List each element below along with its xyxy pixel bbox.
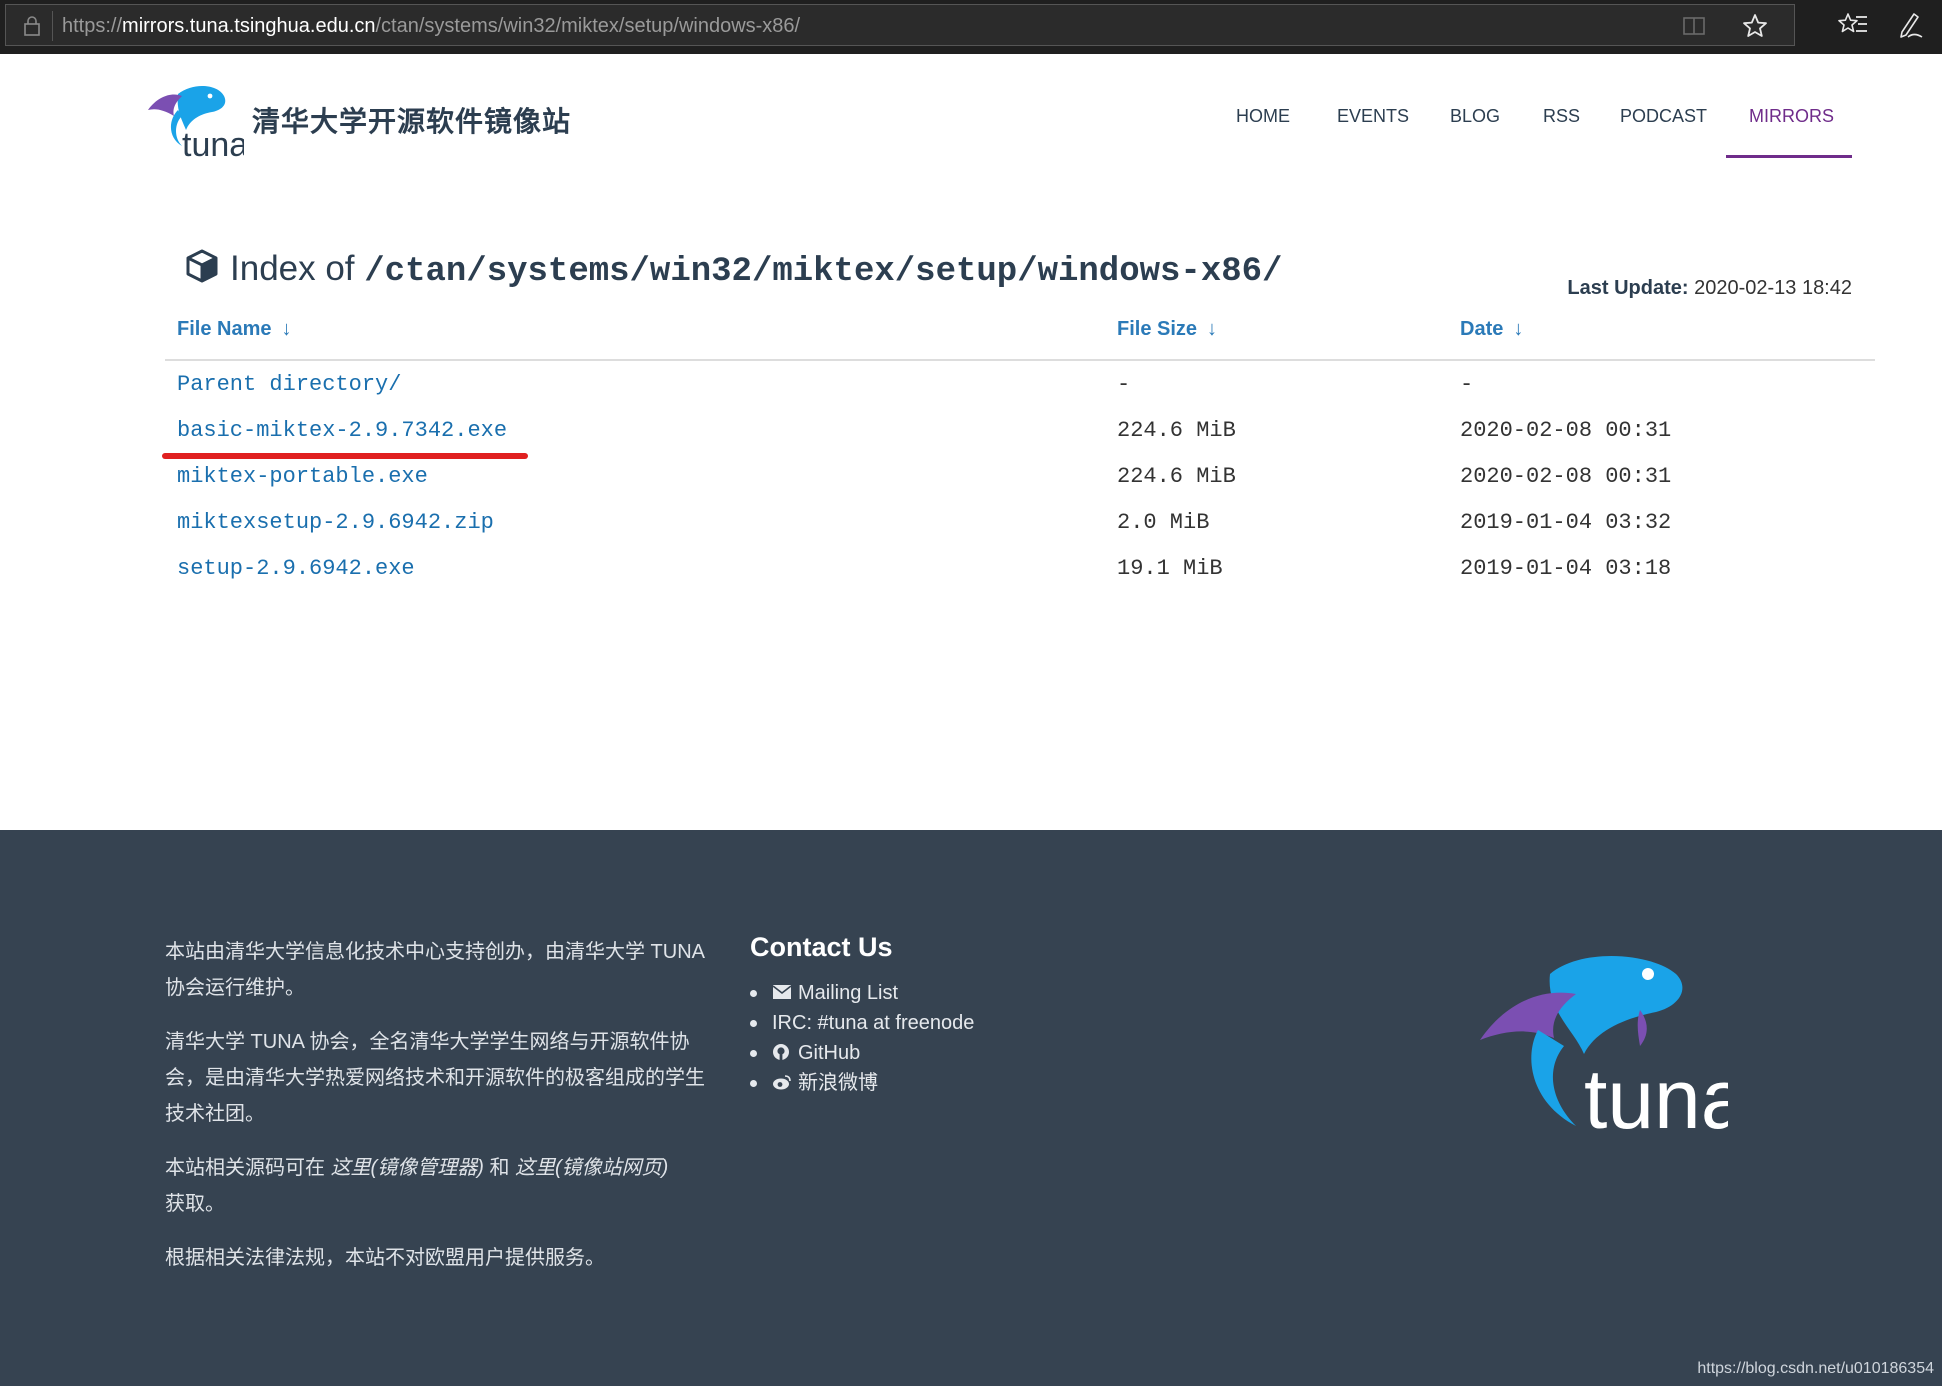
- contact-mailing-list[interactable]: Mailing List: [750, 978, 974, 1008]
- footer: 本站由清华大学信息化技术中心支持创办，由清华大学 TUNA 协会运行维护。 清华…: [0, 830, 1942, 1386]
- favorites-list-icon[interactable]: [1838, 11, 1868, 39]
- weibo-icon: [773, 1075, 791, 1090]
- about-text: 本站相关源码可在: [165, 1157, 331, 1179]
- sort-arrow-icon: ↓: [1513, 318, 1524, 340]
- contact-irc[interactable]: IRC: #tuna at freenode: [750, 1008, 974, 1038]
- sort-arrow-icon: ↓: [281, 318, 292, 340]
- github-icon: [773, 1044, 789, 1060]
- file-size: -: [1117, 372, 1131, 397]
- file-link[interactable]: Parent directory/: [177, 372, 401, 397]
- contact-weibo[interactable]: 新浪微博: [750, 1068, 974, 1098]
- file-link[interactable]: miktexsetup-2.9.6942.zip: [177, 510, 494, 535]
- lock-icon: [24, 16, 40, 36]
- file-size: 224.6 MiB: [1117, 464, 1236, 489]
- tuna-logo[interactable]: tuna: [138, 80, 244, 160]
- logo-text: tuna: [182, 126, 244, 160]
- file-date: 2020-02-08 00:31: [1460, 464, 1672, 489]
- url-path: /ctan/systems/win32/miktex/setup/windows…: [375, 15, 801, 37]
- nav-podcast[interactable]: PODCAST: [1620, 106, 1707, 127]
- about-text: 和: [483, 1157, 516, 1179]
- url-text[interactable]: https://mirrors.tuna.tsinghua.edu.cn/cta…: [62, 15, 800, 38]
- file-link[interactable]: miktex-portable.exe: [177, 464, 428, 489]
- contact-label: GitHub: [798, 1042, 861, 1064]
- active-nav-indicator: [1726, 155, 1852, 158]
- reading-view-icon[interactable]: [1682, 15, 1706, 37]
- file-size: 19.1 MiB: [1117, 556, 1223, 581]
- footer-logo-text: tuna: [1584, 1052, 1728, 1134]
- file-link[interactable]: setup-2.9.6942.exe: [177, 556, 415, 581]
- mirror-manager-link[interactable]: 这里(镜像管理器): [331, 1157, 484, 1179]
- column-header-label: File Name: [177, 318, 272, 340]
- mirror-web-link[interactable]: 这里(镜像站网页): [515, 1157, 668, 1179]
- url-host: mirrors.tuna.tsinghua.edu.cn: [122, 15, 376, 37]
- title-path: /ctan/systems/win32/miktex/setup/windows…: [364, 253, 1283, 291]
- table-header-divider: [165, 359, 1875, 361]
- pen-notes-icon[interactable]: [1896, 10, 1924, 40]
- favorite-star-icon[interactable]: [1742, 13, 1768, 39]
- last-update: Last Update: 2020-02-13 18:42: [1567, 277, 1852, 300]
- title-prefix: Index of: [230, 249, 355, 288]
- contact-list: Mailing List IRC: #tuna at freenode GitH…: [750, 978, 974, 1098]
- url-prefix: https://: [62, 15, 123, 37]
- address-separator: [52, 11, 53, 41]
- contact-github[interactable]: GitHub: [750, 1038, 974, 1068]
- table-row: miktexsetup-2.9.6942.zip 2.0 MiB 2019-01…: [0, 510, 1942, 550]
- file-link[interactable]: basic-miktex-2.9.7342.exe: [177, 418, 507, 443]
- about-paragraph: 清华大学 TUNA 协会，全名清华大学学生网络与开源软件协会，是由清华大学热爱网…: [165, 1031, 705, 1125]
- about-text: 获取。: [165, 1193, 225, 1215]
- file-size: 2.0 MiB: [1117, 510, 1210, 535]
- file-date: -: [1460, 372, 1474, 397]
- table-row: miktex-portable.exe 224.6 MiB 2020-02-08…: [0, 464, 1942, 504]
- red-highlight-underline: [162, 453, 528, 459]
- table-row: Parent directory/ - -: [0, 372, 1942, 412]
- watermark-url: https://blog.csdn.net/u010186354: [1697, 1360, 1934, 1377]
- footer-about: 本站由清华大学信息化技术中心支持创办，由清华大学 TUNA 协会运行维护。 清华…: [165, 934, 715, 1294]
- nav-events[interactable]: EVENTS: [1337, 106, 1409, 127]
- sort-arrow-icon: ↓: [1207, 318, 1218, 340]
- contact-label: IRC: #tuna at freenode: [772, 1012, 975, 1034]
- about-source-paragraph: 本站相关源码可在 这里(镜像管理器) 和 这里(镜像站网页) 获取。: [165, 1150, 715, 1222]
- about-paragraph: 根据相关法律法规，本站不对欧盟用户提供服务。: [165, 1247, 605, 1269]
- envelope-icon: [772, 985, 792, 999]
- last-update-label: Last Update:: [1567, 277, 1689, 299]
- column-header-label: Date: [1460, 318, 1504, 340]
- nav-blog[interactable]: BLOG: [1450, 106, 1500, 127]
- nav-mirrors[interactable]: MIRRORS: [1749, 106, 1834, 127]
- column-header-file-name[interactable]: File Name ↓: [177, 318, 291, 341]
- site-title[interactable]: 清华大学开源软件镜像站: [252, 100, 571, 140]
- tuna-footer-logo: tuna: [1480, 955, 1728, 1134]
- last-update-value: 2020-02-13 18:42: [1694, 277, 1852, 299]
- table-row: basic-miktex-2.9.7342.exe 224.6 MiB 2020…: [0, 418, 1942, 458]
- contact-label: 新浪微博: [798, 1072, 878, 1094]
- file-date: 2019-01-04 03:18: [1460, 556, 1672, 581]
- browser-toolbar: https://mirrors.tuna.tsinghua.edu.cn/cta…: [0, 0, 1942, 54]
- contact-label: Mailing List: [798, 982, 899, 1004]
- contact-title: Contact Us: [750, 932, 893, 962]
- table-row: setup-2.9.6942.exe 19.1 MiB 2019-01-04 0…: [0, 556, 1942, 596]
- column-header-date[interactable]: Date ↓: [1460, 318, 1523, 341]
- column-header-label: File Size: [1117, 318, 1198, 340]
- file-date: 2020-02-08 00:31: [1460, 418, 1672, 443]
- about-paragraph: 本站由清华大学信息化技术中心支持创办，由清华大学 TUNA 协会运行维护。: [165, 941, 704, 999]
- nav-rss[interactable]: RSS: [1543, 106, 1580, 127]
- file-size: 224.6 MiB: [1117, 418, 1236, 443]
- page-title: Index of /ctan/systems/win32/miktex/setu…: [184, 248, 1282, 291]
- package-icon: [186, 249, 218, 283]
- address-bar[interactable]: https://mirrors.tuna.tsinghua.edu.cn/cta…: [5, 4, 1795, 46]
- nav-home[interactable]: HOME: [1236, 106, 1290, 127]
- file-date: 2019-01-04 03:32: [1460, 510, 1672, 535]
- column-header-file-size[interactable]: File Size ↓: [1117, 318, 1217, 341]
